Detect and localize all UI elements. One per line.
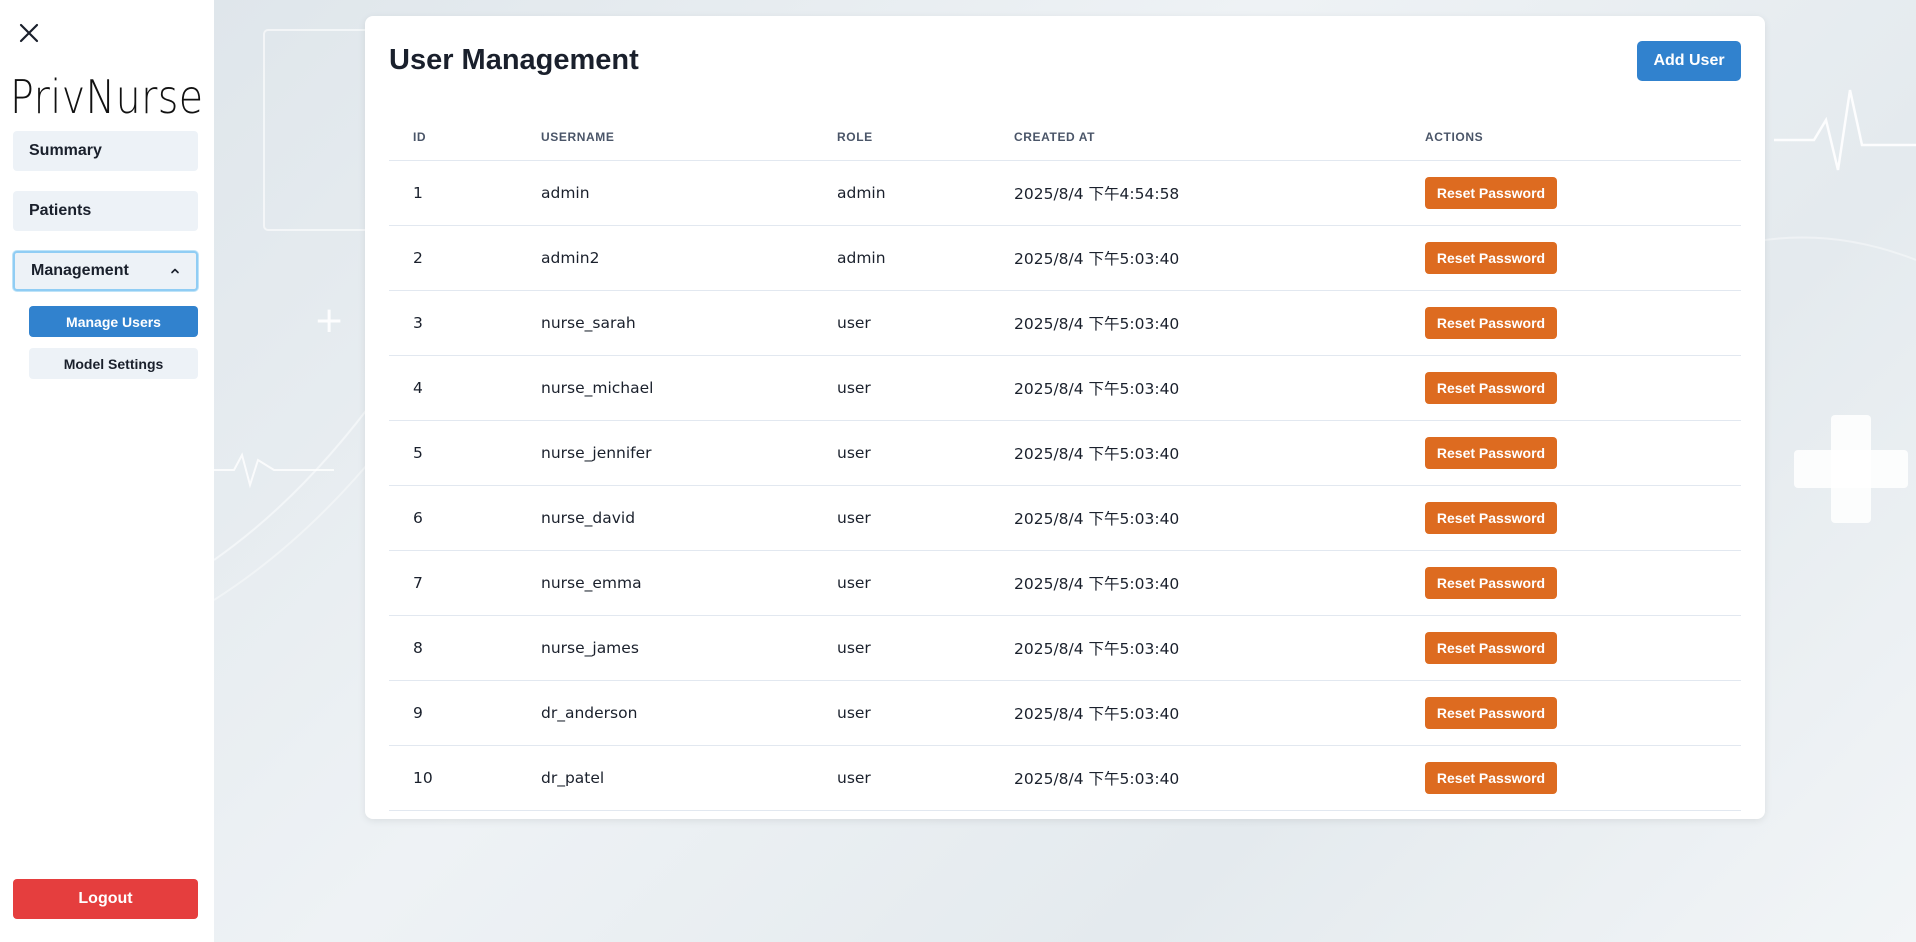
cell-username: nurse_david — [517, 485, 813, 551]
cell-username: nurse_james — [517, 615, 813, 681]
cell-id: 8 — [389, 615, 517, 681]
cell-actions: Reset Password — [1401, 680, 1741, 746]
cell-created-at: 2025/8/4 下午5:03:40 — [990, 680, 1401, 746]
cell-actions: Reset Password — [1401, 355, 1741, 421]
cell-id: 1 — [389, 160, 517, 226]
reset-password-button[interactable]: Reset Password — [1425, 436, 1557, 469]
logout-button[interactable]: Logout — [13, 879, 198, 919]
cell-created-at: 2025/8/4 下午5:03:40 — [990, 355, 1401, 421]
reset-password-button[interactable]: Reset Password — [1425, 631, 1557, 664]
cell-created-at: 2025/8/4 下午5:03:40 — [990, 485, 1401, 551]
users-table: ID USERNAME ROLE CREATED AT ACTIONS 1 adm… — [389, 115, 1741, 811]
cell-id: 4 — [389, 355, 517, 421]
reset-password-button[interactable]: Reset Password — [1425, 501, 1557, 534]
cell-role: user — [813, 745, 990, 811]
cell-created-at: 2025/8/4 下午5:03:40 — [990, 615, 1401, 681]
cell-username: nurse_sarah — [517, 290, 813, 356]
table-row: 1 admin admin 2025/8/4 下午4:54:58 Reset Passw… — [389, 160, 1741, 226]
sidebar-item-management[interactable]: Management — [13, 251, 198, 291]
sidebar-item-label: Summary — [29, 142, 102, 159]
cell-actions: Reset Password — [1401, 290, 1741, 356]
table-row: 8 nurse_james user 2025/8/4 下午5:03:40 Reset … — [389, 615, 1741, 681]
reset-password-button[interactable]: Reset Password — [1425, 696, 1557, 729]
sidebar-item-label: Management — [31, 262, 129, 279]
cell-role: user — [813, 420, 990, 486]
sidebar-subitem-model-settings[interactable]: Model Settings — [29, 348, 198, 379]
cell-created-at: 2025/8/4 下午5:03:40 — [990, 550, 1401, 616]
column-header-created-at: CREATED AT — [990, 115, 1401, 161]
table-row: 9 dr_anderson user 2025/8/4 下午5:03:40 Reset … — [389, 680, 1741, 746]
cell-created-at: 2025/8/4 下午4:54:58 — [990, 160, 1401, 226]
reset-password-button[interactable]: Reset Password — [1425, 566, 1557, 599]
cell-role: user — [813, 680, 990, 746]
cell-actions: Reset Password — [1401, 225, 1741, 291]
reset-password-button[interactable]: Reset Password — [1425, 306, 1557, 339]
table-row: 3 nurse_sarah user 2025/8/4 下午5:03:40 Reset … — [389, 290, 1741, 356]
table-row: 5 nurse_jennifer user 2025/8/4 下午5:03:40 Res… — [389, 420, 1741, 486]
add-user-button[interactable]: Add User — [1637, 41, 1741, 81]
table-row: 6 nurse_david user 2025/8/4 下午5:03:40 Reset … — [389, 485, 1741, 551]
cell-actions: Reset Password — [1401, 745, 1741, 811]
sidebar-item-summary[interactable]: Summary — [13, 131, 198, 171]
close-icon — [19, 23, 39, 43]
table-header: ID USERNAME ROLE CREATED AT ACTIONS — [389, 115, 1741, 161]
cell-actions: Reset Password — [1401, 420, 1741, 486]
cell-id: 7 — [389, 550, 517, 616]
table-body: 1 admin admin 2025/8/4 下午4:54:58 Reset Passw… — [389, 160, 1741, 811]
column-header-username: USERNAME — [517, 115, 813, 161]
sidebar-subitem-manage-users[interactable]: Manage Users — [29, 306, 198, 337]
cell-id: 3 — [389, 290, 517, 356]
cell-username: nurse_jennifer — [517, 420, 813, 486]
table-row: 10 dr_patel user 2025/8/4 下午5:03:40 Reset Pa… — [389, 745, 1741, 811]
cell-role: user — [813, 355, 990, 421]
cell-actions: Reset Password — [1401, 160, 1741, 226]
cell-id: 5 — [389, 420, 517, 486]
cell-role: user — [813, 290, 990, 356]
cell-username: nurse_michael — [517, 355, 813, 421]
cell-actions: Reset Password — [1401, 550, 1741, 616]
cell-created-at: 2025/8/4 下午5:03:40 — [990, 225, 1401, 291]
cell-role: user — [813, 550, 990, 616]
user-management-card: User Management Add User ID USERNAME ROL… — [365, 16, 1765, 819]
reset-password-button[interactable]: Reset Password — [1425, 176, 1557, 209]
reset-password-button[interactable]: Reset Password — [1425, 761, 1557, 794]
close-sidebar-button[interactable] — [14, 18, 44, 48]
reset-password-button[interactable]: Reset Password — [1425, 241, 1557, 274]
column-header-id: ID — [389, 115, 517, 161]
cell-role: user — [813, 485, 990, 551]
cell-role: user — [813, 615, 990, 681]
plus-decoration-icon: + — [314, 300, 345, 341]
column-header-role: ROLE — [813, 115, 990, 161]
cell-role: admin — [813, 160, 990, 226]
cell-username: nurse_emma — [517, 550, 813, 616]
cell-username: admin — [517, 160, 813, 226]
sidebar-item-patients[interactable]: Patients — [13, 191, 198, 231]
cell-created-at: 2025/8/4 下午5:03:40 — [990, 745, 1401, 811]
sidebar-item-label: Patients — [29, 202, 92, 219]
cell-id: 2 — [389, 225, 517, 291]
cell-username: admin2 — [517, 225, 813, 291]
table-row: 4 nurse_michael user 2025/8/4 下午5:03:40 Rese… — [389, 355, 1741, 421]
cell-created-at: 2025/8/4 下午5:03:40 — [990, 290, 1401, 356]
reset-password-button[interactable]: Reset Password — [1425, 371, 1557, 404]
cell-username: dr_patel — [517, 745, 813, 811]
cell-role: admin — [813, 225, 990, 291]
cell-id: 9 — [389, 680, 517, 746]
sidebar: PrivNurse Summary Patients Management Ma… — [0, 0, 214, 942]
cell-created-at: 2025/8/4 下午5:03:40 — [990, 420, 1401, 486]
column-header-actions: ACTIONS — [1401, 115, 1741, 161]
medical-cross-decoration-icon — [1794, 415, 1908, 523]
brand-logo: PrivNurse — [10, 70, 204, 124]
cell-username: dr_anderson — [517, 680, 813, 746]
cell-id: 6 — [389, 485, 517, 551]
table-row: 7 nurse_emma user 2025/8/4 下午5:03:40 Reset P… — [389, 550, 1741, 616]
chevron-up-icon — [171, 268, 179, 274]
cell-id: 10 — [389, 745, 517, 811]
table-row: 2 admin2 admin 2025/8/4 下午5:03:40 Reset Pass… — [389, 225, 1741, 291]
page-title: User Management — [389, 44, 639, 76]
cell-actions: Reset Password — [1401, 485, 1741, 551]
cell-actions: Reset Password — [1401, 615, 1741, 681]
